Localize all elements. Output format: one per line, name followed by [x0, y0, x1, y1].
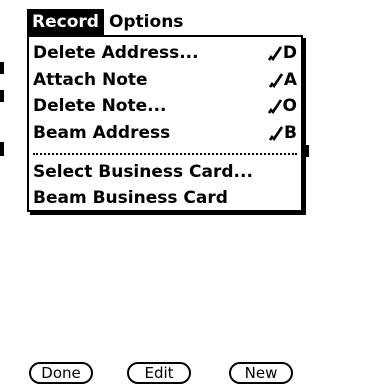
menu-item-label: Beam Address	[33, 123, 171, 143]
done-button[interactable]: Done	[29, 362, 93, 384]
menu-item-label: Select Business Card...	[33, 162, 253, 182]
shortcut-key: D	[282, 43, 297, 63]
new-button[interactable]: New	[229, 362, 293, 384]
menu-shortcut: B	[269, 123, 297, 143]
background-text-fragment	[0, 62, 4, 74]
menu-shortcut: O	[267, 96, 297, 116]
shortcut-key: O	[282, 96, 297, 116]
shortcut-key: A	[283, 70, 297, 90]
menu-options[interactable]: Options	[103, 9, 189, 35]
command-stroke-icon	[268, 73, 283, 89]
command-stroke-icon	[267, 99, 282, 115]
menu-bar: Record Options	[27, 9, 243, 35]
menu-item-label: Attach Note	[33, 70, 148, 90]
menu-item-beam-business-card[interactable]: Beam Business Card	[33, 185, 297, 211]
menu-item-delete-note[interactable]: Delete Note... O	[33, 93, 297, 119]
command-stroke-icon	[267, 46, 282, 62]
background-text-fragment	[0, 90, 4, 102]
menu-item-select-business-card[interactable]: Select Business Card...	[33, 159, 297, 185]
menu-shortcut: A	[268, 70, 297, 90]
menu-item-label: Beam Business Card	[33, 188, 228, 208]
menu-record[interactable]: Record	[27, 9, 104, 35]
menu-separator	[33, 153, 297, 155]
background-text-fragment	[306, 145, 309, 157]
edit-button[interactable]: Edit	[127, 362, 191, 384]
record-menu-dropdown: Delete Address... D Attach Note A Delete…	[27, 35, 303, 212]
menu-item-beam-address[interactable]: Beam Address B	[33, 120, 297, 146]
menu-item-delete-address[interactable]: Delete Address... D	[33, 40, 297, 66]
menu-item-label: Delete Address...	[33, 43, 199, 63]
menu-shortcut: D	[267, 43, 297, 63]
command-stroke-icon	[269, 126, 284, 142]
menu-item-label: Delete Note...	[33, 96, 167, 116]
background-text-fragment	[0, 142, 4, 156]
menu-item-attach-note[interactable]: Attach Note A	[33, 67, 297, 93]
shortcut-key: B	[284, 123, 297, 143]
